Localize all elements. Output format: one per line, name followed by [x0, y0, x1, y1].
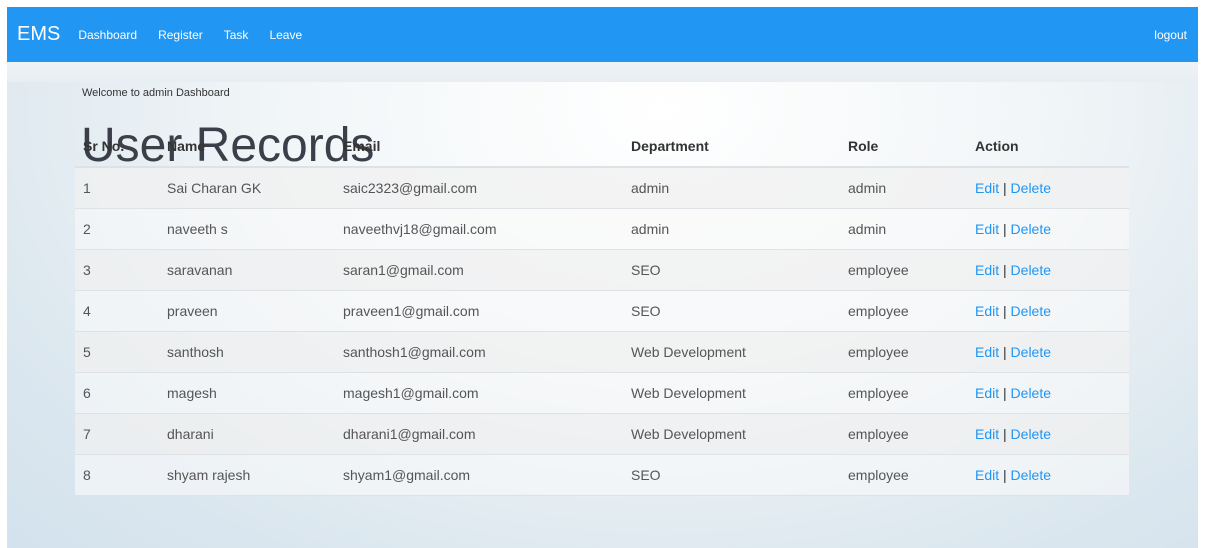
action-separator: | — [1003, 466, 1007, 483]
navbar: EMS Dashboard Register Task Leave logout — [7, 7, 1198, 62]
cell-email: magesh1@gmail.com — [335, 372, 623, 414]
delete-link[interactable]: Delete — [1011, 180, 1051, 196]
cell-sr: 2 — [75, 208, 159, 250]
action-separator: | — [1003, 220, 1007, 237]
delete-link[interactable]: Delete — [1011, 262, 1051, 278]
action-separator: | — [1003, 302, 1007, 319]
cell-department: Web Development — [623, 413, 840, 455]
header-action: Action — [967, 126, 1129, 168]
cell-department: admin — [623, 208, 840, 250]
cell-action: Edit | Delete — [967, 413, 1129, 455]
delete-link[interactable]: Delete — [1011, 344, 1051, 360]
cell-sr: 6 — [75, 372, 159, 414]
table-row: 3 saravanan saran1@gmail.com SEO employe… — [75, 249, 1129, 291]
cell-role: employee — [840, 413, 967, 455]
nav-link-leave[interactable]: Leave — [269, 28, 302, 42]
welcome-text: Welcome to admin Dashboard — [82, 87, 230, 99]
delete-link[interactable]: Delete — [1011, 221, 1051, 237]
edit-link[interactable]: Edit — [975, 303, 999, 319]
cell-name: praveen — [159, 290, 335, 332]
cell-department: SEO — [623, 290, 840, 332]
table-row: 2 naveeth s naveethvj18@gmail.com admin … — [75, 208, 1129, 250]
brand-link[interactable]: EMS — [17, 23, 60, 46]
action-separator: | — [1003, 384, 1007, 401]
cell-action: Edit | Delete — [967, 372, 1129, 414]
header-name: Name — [159, 126, 335, 168]
edit-link[interactable]: Edit — [975, 221, 999, 237]
user-records-table: Sr No. Name Email Department Role Action… — [75, 126, 1129, 496]
cell-name: Sai Charan GK — [159, 167, 335, 209]
table-row: 4 praveen praveen1@gmail.com SEO employe… — [75, 290, 1129, 332]
cell-role: employee — [840, 372, 967, 414]
edit-link[interactable]: Edit — [975, 344, 999, 360]
cell-role: employee — [840, 249, 967, 291]
delete-link[interactable]: Delete — [1011, 303, 1051, 319]
cell-department: admin — [623, 167, 840, 209]
cell-role: employee — [840, 454, 967, 496]
cell-action: Edit | Delete — [967, 249, 1129, 291]
action-separator: | — [1003, 343, 1007, 360]
cell-action: Edit | Delete — [967, 454, 1129, 496]
cell-name: magesh — [159, 372, 335, 414]
cell-email: praveen1@gmail.com — [335, 290, 623, 332]
logout-link[interactable]: logout — [1154, 28, 1187, 42]
table-row: 5 santhosh santhosh1@gmail.com Web Devel… — [75, 331, 1129, 373]
cell-email: shyam1@gmail.com — [335, 454, 623, 496]
table-row: 1 Sai Charan GK saic2323@gmail.com admin… — [75, 167, 1129, 209]
action-separator: | — [1003, 179, 1007, 196]
table-row: 8 shyam rajesh shyam1@gmail.com SEO empl… — [75, 454, 1129, 496]
cell-name: santhosh — [159, 331, 335, 373]
cell-department: SEO — [623, 249, 840, 291]
cell-name: dharani — [159, 413, 335, 455]
nav-link-dashboard[interactable]: Dashboard — [78, 28, 137, 42]
table-row: 7 dharani dharani1@gmail.com Web Develop… — [75, 413, 1129, 455]
edit-link[interactable]: Edit — [975, 180, 999, 196]
header-email: Email — [335, 126, 623, 168]
cell-action: Edit | Delete — [967, 167, 1129, 209]
cell-email: dharani1@gmail.com — [335, 413, 623, 455]
edit-link[interactable]: Edit — [975, 385, 999, 401]
cell-department: Web Development — [623, 331, 840, 373]
cell-sr: 4 — [75, 290, 159, 332]
cell-role: employee — [840, 331, 967, 373]
nav-link-register[interactable]: Register — [158, 28, 203, 42]
cell-email: naveethvj18@gmail.com — [335, 208, 623, 250]
cell-name: saravanan — [159, 249, 335, 291]
cell-sr: 7 — [75, 413, 159, 455]
header-department: Department — [623, 126, 840, 168]
cell-name: shyam rajesh — [159, 454, 335, 496]
header-role: Role — [840, 126, 967, 168]
action-separator: | — [1003, 425, 1007, 442]
action-separator: | — [1003, 261, 1007, 278]
delete-link[interactable]: Delete — [1011, 467, 1051, 483]
table-row: 6 magesh magesh1@gmail.com Web Developme… — [75, 372, 1129, 414]
content-top-band — [7, 62, 1198, 82]
cell-sr: 8 — [75, 454, 159, 496]
cell-role: admin — [840, 167, 967, 209]
cell-role: admin — [840, 208, 967, 250]
delete-link[interactable]: Delete — [1011, 385, 1051, 401]
cell-role: employee — [840, 290, 967, 332]
header-sr-no: Sr No. — [75, 126, 159, 168]
cell-action: Edit | Delete — [967, 290, 1129, 332]
edit-link[interactable]: Edit — [975, 426, 999, 442]
cell-action: Edit | Delete — [967, 208, 1129, 250]
nav-link-task[interactable]: Task — [224, 28, 249, 42]
cell-sr: 3 — [75, 249, 159, 291]
cell-action: Edit | Delete — [967, 331, 1129, 373]
cell-email: santhosh1@gmail.com — [335, 331, 623, 373]
cell-email: saic2323@gmail.com — [335, 167, 623, 209]
cell-sr: 1 — [75, 167, 159, 209]
table-header-row: Sr No. Name Email Department Role Action — [75, 126, 1129, 168]
cell-name: naveeth s — [159, 208, 335, 250]
cell-sr: 5 — [75, 331, 159, 373]
cell-department: Web Development — [623, 372, 840, 414]
edit-link[interactable]: Edit — [975, 262, 999, 278]
edit-link[interactable]: Edit — [975, 467, 999, 483]
delete-link[interactable]: Delete — [1011, 426, 1051, 442]
cell-department: SEO — [623, 454, 840, 496]
cell-email: saran1@gmail.com — [335, 249, 623, 291]
